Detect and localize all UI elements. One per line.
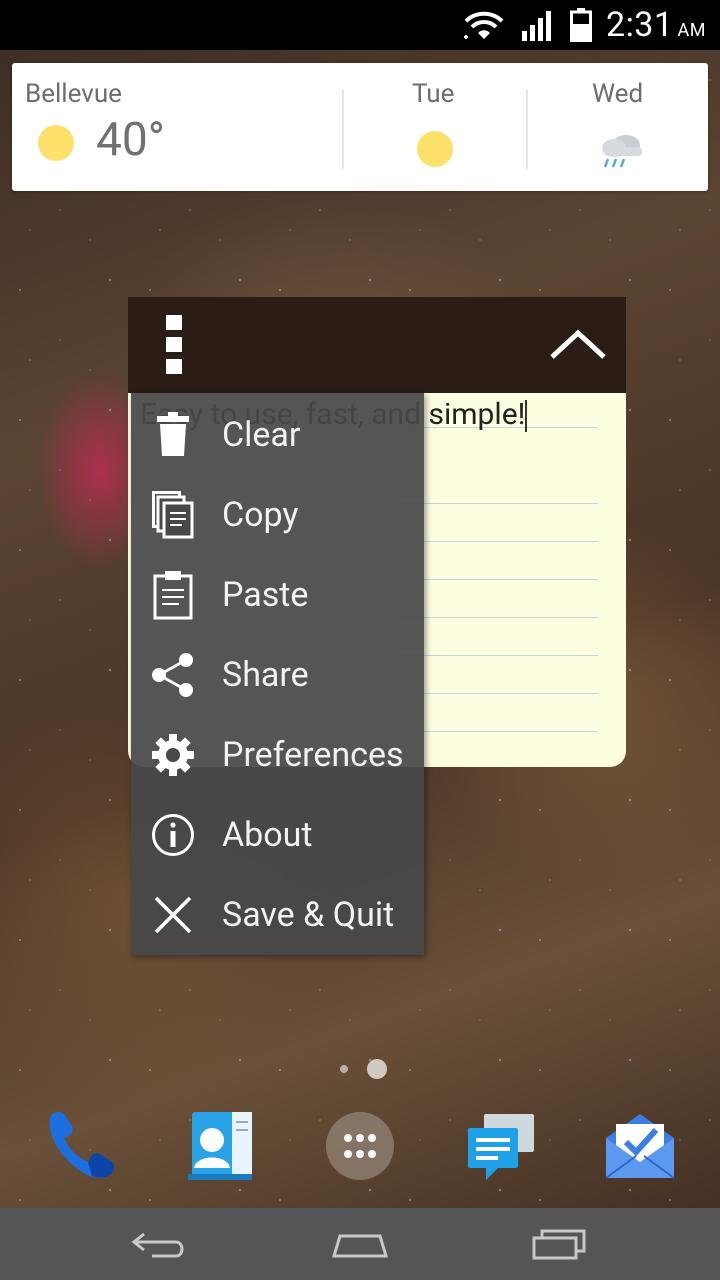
menu-item-save-quit[interactable]: Save & Quit (131, 875, 424, 955)
trash-icon (151, 412, 195, 457)
note-ruled-line (398, 693, 598, 694)
recents-icon (532, 1229, 586, 1260)
messaging-app-icon[interactable] (462, 1108, 538, 1184)
home-icon (331, 1234, 389, 1258)
status-bar: 2:31 AM (0, 0, 720, 50)
chevron-up-icon[interactable] (548, 327, 608, 363)
menu-item-share[interactable]: Share (131, 635, 424, 715)
note-ruled-line (398, 541, 598, 542)
text-caret (525, 400, 528, 433)
page-indicator-dot (340, 1065, 348, 1073)
overflow-menu: Clear Copy Paste Share Preferences About (131, 393, 424, 955)
weather-current-temp: 40° (96, 113, 165, 167)
menu-item-label: Preferences (222, 735, 404, 775)
menu-item-preferences[interactable]: Preferences (131, 715, 424, 795)
note-ruled-line (398, 579, 598, 580)
inbox-icon (605, 1114, 675, 1179)
phone-app-icon[interactable] (42, 1108, 118, 1184)
menu-item-label: Copy (222, 495, 299, 535)
forecast-day-tue: Tue (412, 79, 455, 109)
page-indicator-dot-active (367, 1059, 387, 1079)
clock: 2:31 AM (605, 5, 706, 45)
inbox-app-icon[interactable] (602, 1108, 678, 1184)
info-icon (151, 813, 195, 857)
menu-item-label: Clear (222, 415, 301, 455)
recents-button[interactable] (520, 1222, 600, 1266)
overflow-menu-icon[interactable] (166, 315, 182, 375)
menu-item-label: About (222, 815, 313, 855)
rain-cloud-icon (602, 135, 642, 168)
copy-icon (151, 491, 195, 539)
menu-item-label: Paste (222, 575, 309, 615)
forecast-day-wed: Wed (592, 79, 644, 109)
note-ruled-line (398, 503, 598, 504)
close-icon (151, 893, 195, 937)
navigation-bar (0, 1208, 720, 1280)
note-ruled-line (398, 655, 598, 656)
back-button[interactable] (120, 1222, 200, 1266)
sun-icon (417, 131, 453, 167)
contacts-icon (188, 1112, 252, 1180)
paste-icon (151, 571, 195, 620)
weather-city: Bellevue (25, 79, 122, 109)
app-drawer-icon (326, 1112, 394, 1180)
menu-item-about[interactable]: About (131, 795, 424, 875)
weather-divider (342, 89, 344, 169)
menu-item-copy[interactable]: Copy (131, 475, 424, 555)
back-icon (131, 1232, 184, 1258)
signal-icon (521, 11, 551, 41)
wifi-icon (463, 11, 504, 39)
note-ruled-line (398, 617, 598, 618)
app-drawer-button[interactable] (322, 1108, 398, 1184)
battery-icon (569, 8, 592, 42)
gear-icon (151, 733, 195, 777)
phone-icon (49, 1111, 115, 1178)
sun-icon (38, 125, 74, 161)
menu-item-label: Share (222, 655, 309, 695)
menu-item-paste[interactable]: Paste (131, 555, 424, 635)
contacts-app-icon[interactable] (182, 1108, 258, 1184)
home-button[interactable] (320, 1222, 400, 1266)
share-icon (151, 653, 195, 697)
note-header (128, 297, 626, 393)
menu-item-clear[interactable]: Clear (131, 395, 424, 475)
messaging-icon (468, 1114, 534, 1180)
note-ruled-line (398, 731, 598, 732)
weather-widget[interactable]: Bellevue 40° Tue Wed (12, 63, 708, 191)
weather-divider (526, 89, 528, 169)
menu-item-label: Save & Quit (222, 895, 395, 935)
